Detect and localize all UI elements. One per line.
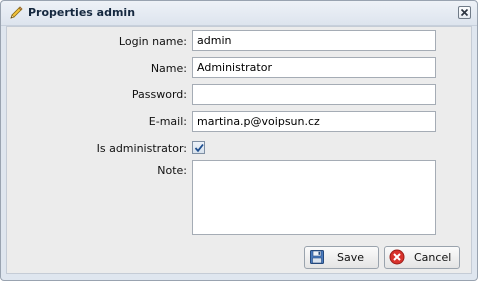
dialog-titlebar[interactable]: Properties admin <box>1 1 477 26</box>
login-name-input[interactable]: admin <box>192 30 436 51</box>
email-input[interactable]: martina.p@voipsun.cz <box>192 111 436 132</box>
close-button[interactable] <box>458 6 471 19</box>
cancel-button[interactable]: Cancel <box>384 246 460 269</box>
cancel-icon <box>389 249 405 268</box>
note-label: Note: <box>157 164 187 177</box>
save-button-label: Save <box>337 251 365 264</box>
is-administrator-label: Is administrator: <box>96 142 187 155</box>
email-label: E-mail: <box>148 115 187 128</box>
password-input[interactable] <box>192 84 436 105</box>
close-icon <box>460 8 469 17</box>
note-textarea[interactable] <box>192 160 436 235</box>
cancel-button-label: Cancel <box>414 251 452 264</box>
floppy-disk-icon <box>309 249 325 268</box>
name-label: Name: <box>150 62 187 75</box>
save-button[interactable]: Save <box>304 246 379 269</box>
pencil-icon <box>8 5 24 21</box>
name-input[interactable]: Administrator <box>192 57 436 78</box>
login-name-label: Login name: <box>118 35 187 48</box>
dialog-title: Properties admin <box>28 6 136 19</box>
password-label: Password: <box>131 88 187 101</box>
is-administrator-checkbox[interactable] <box>192 141 205 154</box>
checkmark-icon <box>194 143 204 153</box>
